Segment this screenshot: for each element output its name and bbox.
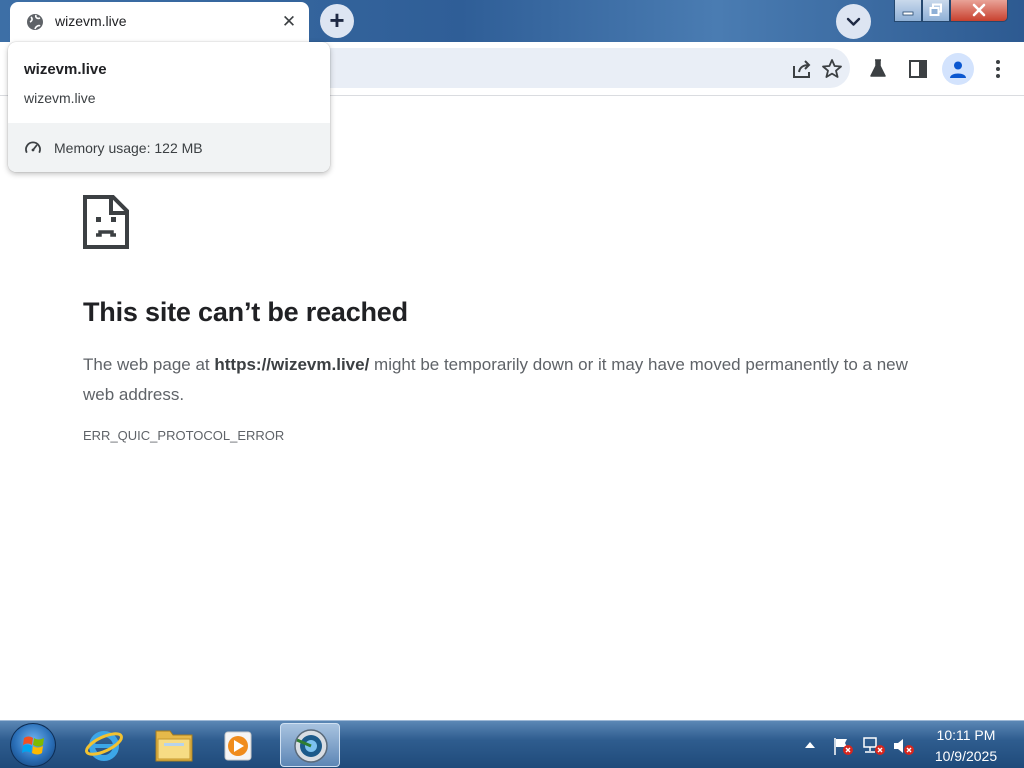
start-button[interactable] [10,723,56,767]
chrome-button[interactable] [280,723,340,767]
show-hidden-icons-arrow[interactable] [804,740,816,750]
media-player-icon [224,731,252,761]
close-window-button[interactable] [950,0,1008,22]
tab-strip: wizevm.live ✕ + [0,0,1024,42]
memory-usage-label: Memory usage: 122 MB [54,140,203,156]
clock-date[interactable]: 10/9/2025 [930,748,1002,764]
hover-card-domain: wizevm.live [24,90,96,106]
labs-flask-icon[interactable] [866,57,890,81]
windows-logo-icon [22,736,44,755]
file-explorer-button[interactable] [144,723,204,767]
minimize-icon [902,11,914,16]
menu-icon[interactable] [986,57,1010,81]
new-tab-button[interactable]: + [320,4,354,38]
media-player-button[interactable] [208,723,268,767]
error-heading: This site can’t be reached [83,297,408,327]
profile-button[interactable] [942,53,974,85]
sad-page-icon [83,195,129,249]
profile-icon [950,61,966,78]
error-description: The web page at https://wizevm.live/ mig… [83,350,933,410]
hover-card-memory: Memory usage: 122 MB [8,123,330,172]
error-desc-prefix: The web page at [83,355,215,374]
globe-icon [27,14,43,30]
restore-button[interactable] [922,0,950,22]
file-explorer-icon [155,730,193,762]
internet-explorer-button[interactable] [74,723,134,767]
hover-card-title: wizevm.live [24,61,107,78]
window-controls [894,0,1008,22]
tab-search-button[interactable] [836,4,871,39]
address-bar[interactable] [250,48,850,88]
tab-title: wizevm.live [55,13,127,29]
close-icon [972,3,986,17]
chevron-down-icon [846,17,861,26]
error-page: This site can’t be reached The web page … [83,195,943,443]
tab-hover-card: wizevm.live wizevm.live Memory usage: 12… [8,42,330,172]
side-panel-icon[interactable] [906,57,930,81]
action-center-flag-icon[interactable] [832,736,854,756]
tab-close-button[interactable]: ✕ [279,12,299,32]
speedometer-icon [25,141,41,153]
volume-muted-icon[interactable] [892,736,916,756]
browser-tab[interactable]: wizevm.live ✕ [10,2,309,42]
network-icon[interactable] [862,736,886,756]
chrome-icon [294,729,328,763]
bookmark-star-icon[interactable] [820,57,844,81]
minimize-button[interactable] [894,0,922,22]
error-code: ERR_QUIC_PROTOCOL_ERROR [83,428,285,443]
share-icon[interactable] [790,57,814,81]
clock-time[interactable]: 10:11 PM [930,727,1002,743]
taskbar: 10:11 PM 10/9/2025 [0,720,1024,768]
internet-explorer-icon [85,731,123,761]
error-url: https://wizevm.live/ [214,355,370,374]
restore-icon [929,3,942,16]
